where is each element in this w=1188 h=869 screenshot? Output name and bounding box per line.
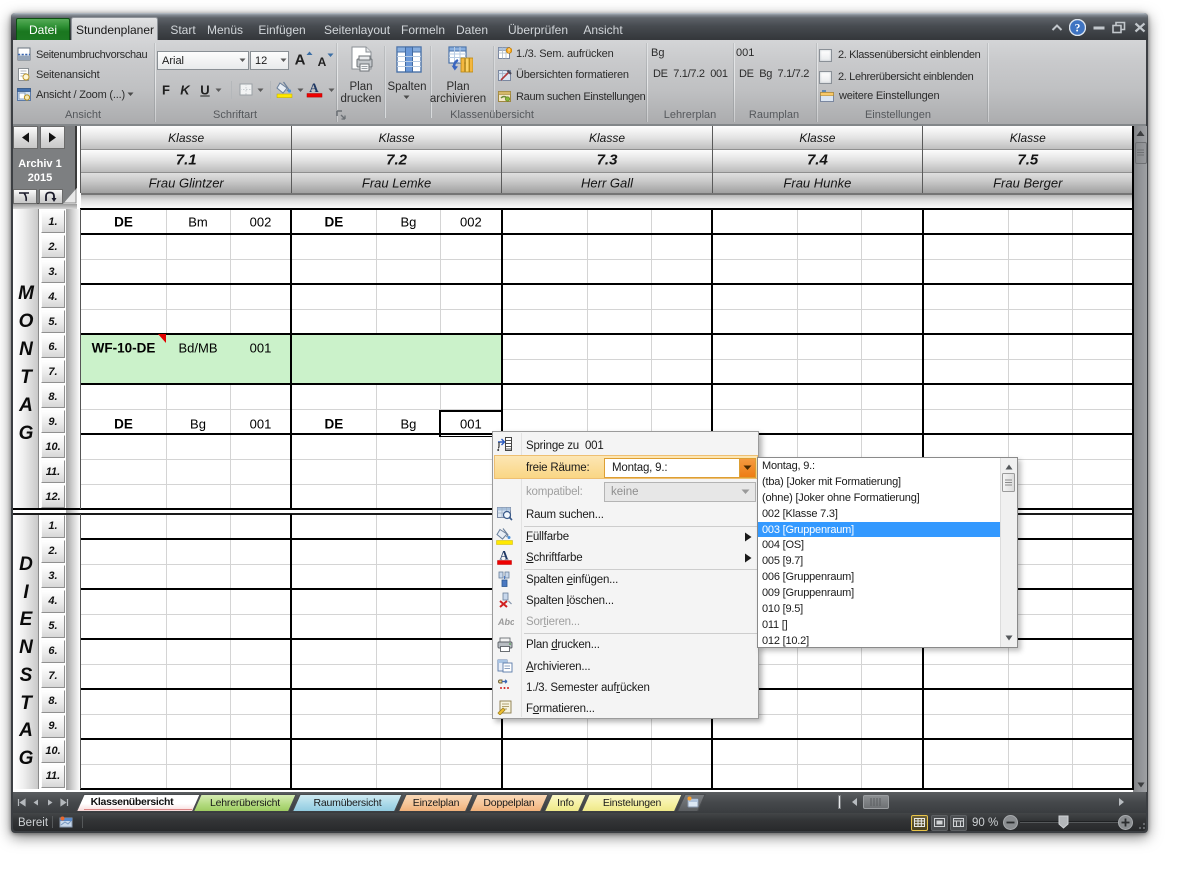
svg-text:A: A xyxy=(309,80,319,95)
svg-text:!: ! xyxy=(508,49,510,55)
svg-text:Abc: Abc xyxy=(497,617,514,627)
svg-text:?: ? xyxy=(1075,23,1081,35)
